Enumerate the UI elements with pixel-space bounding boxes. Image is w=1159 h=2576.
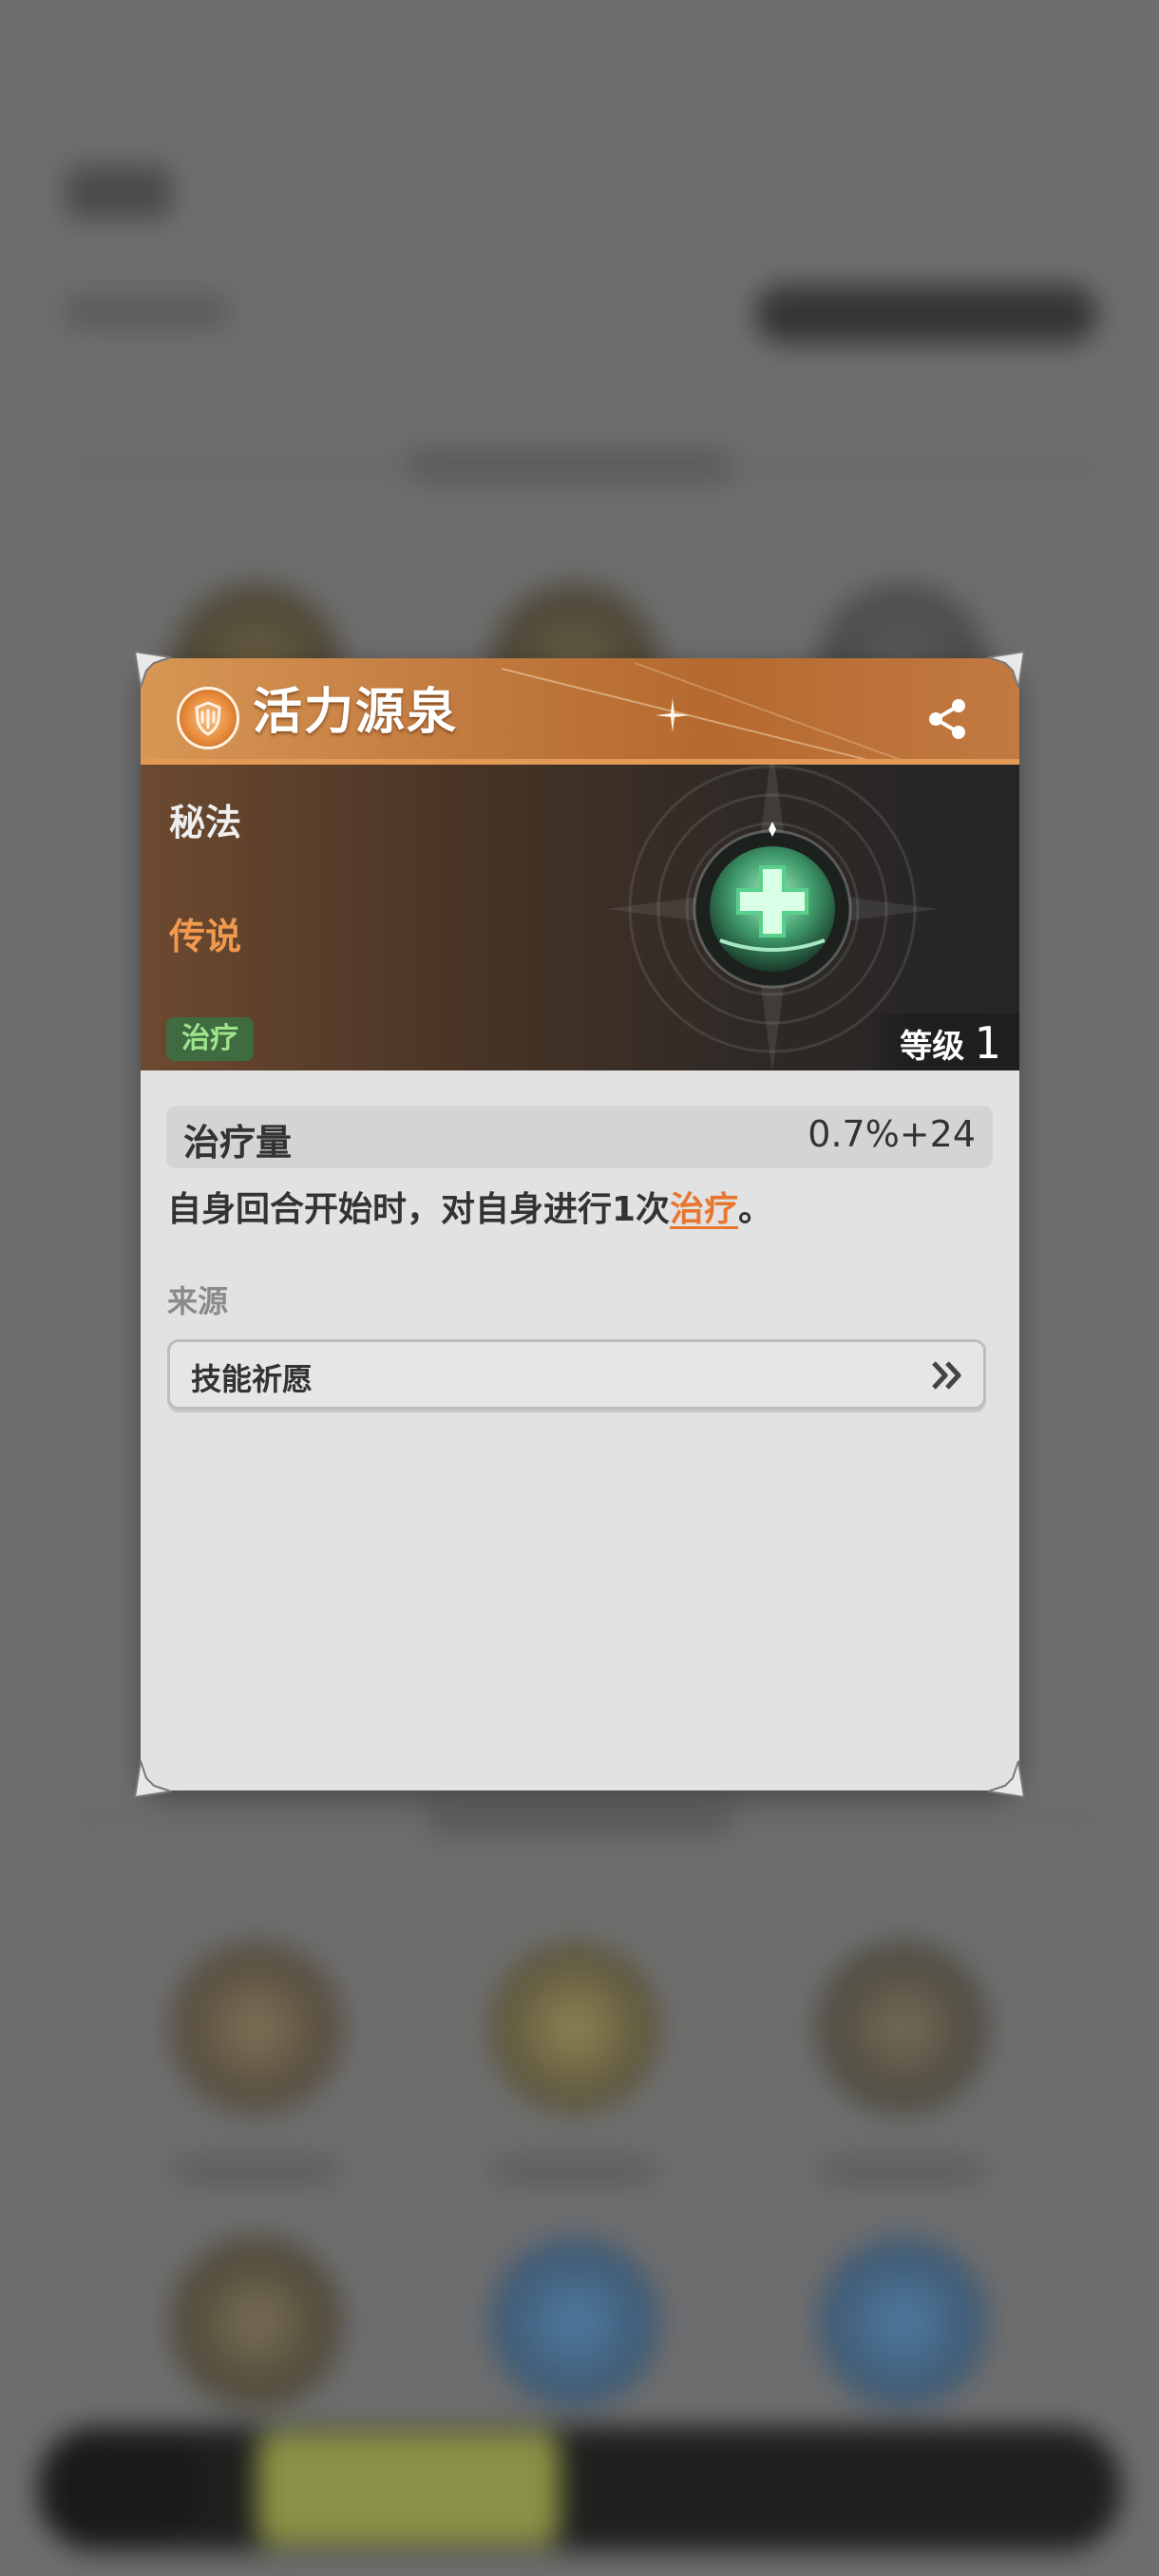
stat-row: 治疗量 0.7%+24 [166,1106,993,1168]
level-label: 等级 [900,1027,965,1066]
background-subtitle [66,294,228,329]
skill-type: 秘法 [169,802,242,843]
corner-ornament-icon [133,1760,172,1799]
background-skill-icon [166,1938,347,2118]
corner-ornament-icon [133,650,172,689]
shield-emblem-icon [177,687,239,749]
skill-tag-badge: 治疗 [166,1017,254,1061]
stat-name: 治疗量 [183,1122,293,1164]
background-skill-icon [484,1938,665,2118]
level-badge: 等级 1 [867,1013,1019,1070]
background-skill-icon [812,2232,993,2413]
background-label [176,2156,337,2185]
background-label [822,2156,983,2185]
level-value: 1 [974,1017,1000,1069]
keyword-link-heal[interactable]: 治疗 [670,1190,738,1229]
share-button[interactable] [922,692,975,746]
description-text-end: 。 [738,1190,773,1229]
corner-ornament-icon [987,650,1026,689]
background-bottom-button [43,2432,204,2546]
background-tabs [408,446,732,484]
card-body: 治疗量 0.7%+24 自身回合开始时，对自身进行1次治疗。 来源 技能祈愿 [141,1070,1019,1790]
background-pill-button [755,285,1097,344]
source-item-label: 技能祈愿 [191,1361,314,1397]
skill-title: 活力源泉 [253,684,459,741]
double-chevron-right-icon [932,1361,961,1390]
description-text: 自身回合开始时，对自身进行1次 [167,1190,671,1229]
skill-rarity: 传说 [169,916,242,957]
background-tabs [428,1800,732,1838]
skill-art-panel: 秘法 传说 治疗 等级 1 [141,765,1019,1070]
sparkle-icon [656,698,690,732]
header-light-streak [501,668,889,759]
stat-value: 0.7%+24 [808,1113,976,1155]
source-item-button[interactable]: 技能祈愿 [167,1339,986,1410]
background-title [66,166,171,218]
share-icon [929,699,965,739]
background-skill-icon [812,1938,993,2118]
skill-description: 自身回合开始时，对自身进行1次治疗。 [167,1184,772,1236]
source-label: 来源 [167,1283,229,1319]
background-skill-icon [166,2232,347,2413]
skill-detail-card: 活力源泉 秘法 传说 治疗 等级 1 治疗量 0.7%+24 自身回合开始时，对… [141,658,1019,1790]
background-skill-icon [484,2232,665,2413]
background-bottom-button [256,2432,560,2546]
background-label [494,2156,656,2185]
card-header: 活力源泉 [141,658,1019,765]
corner-ornament-icon [987,1760,1026,1799]
